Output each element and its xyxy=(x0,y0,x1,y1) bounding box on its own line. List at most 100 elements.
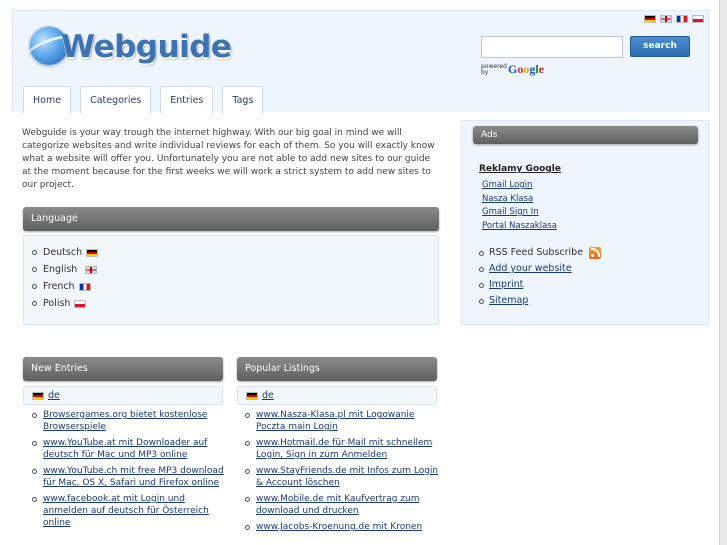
language-label: Polish xyxy=(43,298,71,309)
flag-de-icon[interactable] xyxy=(644,15,656,23)
popular-header: Popular Listings xyxy=(237,357,437,381)
new-entries-lang: de xyxy=(23,386,223,405)
new-entries-list: Browsergames.org bietet kostenlose Brows… xyxy=(32,409,227,533)
tab-entries[interactable]: Entries xyxy=(160,86,214,114)
page: Webguide search powered by Google Home C… xyxy=(12,10,709,545)
imprint-item: Imprint xyxy=(479,277,601,293)
site-logo[interactable]: Webguide xyxy=(25,21,232,71)
tab-tags[interactable]: Tags xyxy=(222,86,264,114)
main-nav: Home Categories Entries Tags xyxy=(23,86,264,114)
bullet-icon xyxy=(32,284,37,289)
language-item-english[interactable]: English xyxy=(32,261,98,278)
bullet-icon xyxy=(32,413,37,418)
flag-en-icon[interactable] xyxy=(660,15,672,23)
bullet-icon xyxy=(245,497,250,502)
bullet-icon xyxy=(32,250,37,255)
ad-link[interactable]: Gmail Sign In xyxy=(482,207,539,217)
language-box: Deutsch English French Polish xyxy=(23,235,439,325)
bullet-icon xyxy=(479,298,484,304)
flag-fr-icon xyxy=(78,282,91,291)
language-label: French xyxy=(43,281,75,292)
bullet-icon xyxy=(32,267,37,272)
add-website-link[interactable]: Add your website xyxy=(489,261,572,277)
popular-link[interactable]: www.Nasza-Klasa.pl mit Logowanie Poczta … xyxy=(256,410,414,432)
powered-by-google: powered by Google xyxy=(481,62,544,77)
bullet-icon xyxy=(479,250,484,256)
google-letter: e xyxy=(538,62,545,76)
ad-link[interactable]: Gmail Login xyxy=(482,180,532,190)
bullet-icon xyxy=(245,441,250,446)
new-entries-header: New Entries xyxy=(23,357,223,381)
list-item: www.Hotmail.de für Mail mit schnellem Lo… xyxy=(245,437,440,461)
language-flags xyxy=(644,15,704,23)
google-letter: G xyxy=(508,62,518,76)
ad-links: Gmail Login Nasza Klasa Gmail Sign In Po… xyxy=(482,179,557,233)
rss-item[interactable]: RSS Feed Subscribe xyxy=(479,245,602,261)
flag-de-icon xyxy=(246,391,258,400)
bullet-icon xyxy=(32,497,37,502)
scrollbar[interactable] xyxy=(719,0,727,545)
flag-en-icon xyxy=(85,265,98,274)
bullet-icon xyxy=(32,469,37,474)
bullet-icon xyxy=(245,413,250,418)
bullet-icon xyxy=(32,301,37,306)
bullet-icon xyxy=(245,469,250,474)
rss-label: RSS Feed Subscribe xyxy=(489,247,584,258)
language-item-polish[interactable]: Polish xyxy=(32,295,98,312)
popular-link[interactable]: www.Jacobs-Kroenung.de mit Kronen xyxy=(256,522,422,532)
bullet-icon xyxy=(479,282,484,288)
list-item: www.Jacobs-Kroenung.de mit Kronen xyxy=(245,521,440,533)
entry-link[interactable]: www.YouTube.at mit Downloader auf deutsc… xyxy=(43,438,207,460)
intro-text: Webguide is your way trough the internet… xyxy=(22,128,435,190)
google-logo: Google xyxy=(508,62,544,77)
popular-lang-link[interactable]: de xyxy=(262,390,274,401)
list-item: www.YouTube.ch mit free MP3 download für… xyxy=(32,465,227,489)
list-item: www.facebook.at mit Login und anmelden a… xyxy=(32,493,227,529)
popular-link[interactable]: www.Hotmail.de für Mail mit schnellem Lo… xyxy=(256,438,432,460)
add-website-item: Add your website xyxy=(479,261,601,277)
language-list: Deutsch English French Polish xyxy=(32,244,99,312)
ads-header: Ads xyxy=(473,126,698,144)
entry-link[interactable]: www.facebook.at mit Login und anmelden a… xyxy=(43,494,209,528)
ads-heading[interactable]: Reklamy Google xyxy=(479,164,561,174)
list-item: www.Nasza-Klasa.pl mit Logowanie Poczta … xyxy=(245,409,440,433)
bullet-icon xyxy=(32,441,37,446)
rss-icon[interactable] xyxy=(589,247,602,259)
flag-pl-icon xyxy=(74,299,87,308)
powered-by-label: powered by xyxy=(481,62,507,76)
header: Webguide search powered by Google Home C… xyxy=(12,10,709,114)
language-item-french[interactable]: French xyxy=(32,278,98,295)
list-item: www.Mobile.de mit Kaufvertrag zum downlo… xyxy=(245,493,440,517)
sitemap-item: Sitemap xyxy=(479,293,601,309)
sidebar: Ads Reklamy Google Gmail Login Nasza Kla… xyxy=(461,120,709,325)
sidebar-links: RSS Feed Subscribe Add your website Impr… xyxy=(479,245,602,309)
language-label: English xyxy=(43,264,78,275)
popular-link[interactable]: www.StayFriends.de mit Infos zum Login &… xyxy=(256,466,438,488)
search-button[interactable]: search xyxy=(630,36,690,57)
flag-fr-icon[interactable] xyxy=(676,15,688,23)
flag-de-icon xyxy=(86,248,99,257)
search-input[interactable] xyxy=(481,36,623,58)
ad-link[interactable]: Nasza Klasa xyxy=(482,194,533,204)
list-item: www.YouTube.at mit Downloader auf deutsc… xyxy=(32,437,227,461)
tab-categories[interactable]: Categories xyxy=(80,86,152,114)
popular-list: www.Nasza-Klasa.pl mit Logowanie Poczta … xyxy=(245,409,440,537)
tab-home[interactable]: Home xyxy=(23,86,72,114)
list-item: Browsergames.org bietet kostenlose Brows… xyxy=(32,409,227,433)
language-label: Deutsch xyxy=(43,247,83,258)
language-item-deutsch[interactable]: Deutsch xyxy=(32,244,99,261)
new-entries-lang-link[interactable]: de xyxy=(48,390,60,401)
list-item: www.StayFriends.de mit Infos zum Login &… xyxy=(245,465,440,489)
sitemap-link[interactable]: Sitemap xyxy=(489,293,528,309)
popular-lang: de xyxy=(237,386,437,405)
ad-link[interactable]: Portal Naszaklasa xyxy=(482,221,557,231)
logo-text: Webguide xyxy=(61,29,232,65)
imprint-link[interactable]: Imprint xyxy=(489,277,523,293)
entry-link[interactable]: www.YouTube.ch mit free MP3 download für… xyxy=(43,466,224,488)
bullet-icon xyxy=(245,525,250,530)
popular-link[interactable]: www.Mobile.de mit Kaufvertrag zum downlo… xyxy=(256,494,419,516)
flag-pl-icon[interactable] xyxy=(692,15,704,23)
flag-de-icon xyxy=(32,391,44,400)
entry-link[interactable]: Browsergames.org bietet kostenlose Brows… xyxy=(43,410,207,432)
bullet-icon xyxy=(479,266,484,272)
